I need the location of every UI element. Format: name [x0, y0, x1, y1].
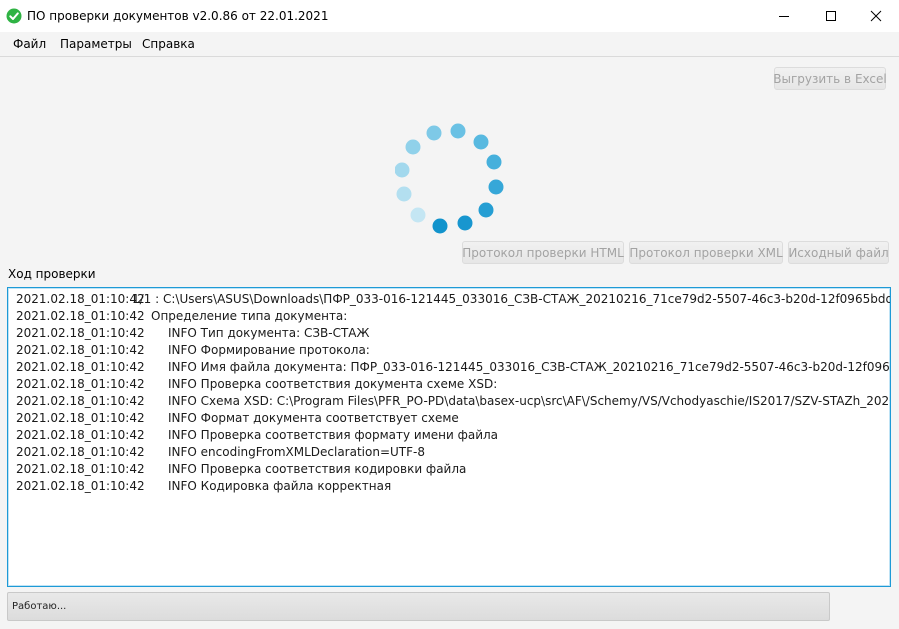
log-line: 2021.02.18_01:10:42 INFO Проверка соответ…	[8, 427, 890, 444]
close-icon	[870, 10, 882, 22]
spinner-dot	[395, 162, 410, 178]
log-list: 2021.02.18_01:10:42 1/1 : C:\Users\ASUS\D…	[8, 288, 890, 495]
log-message: INFO Схема XSD: C:\Program Files\PFR_PO-…	[168, 394, 891, 408]
log-timestamp: 2021.02.18_01:10:42	[16, 292, 145, 306]
title-bar: ПО проверки документов v2.0.86 от 22.01.…	[0, 0, 899, 32]
minimize-button[interactable]	[761, 0, 807, 32]
log-message: INFO Формирование протокола:	[168, 343, 370, 357]
log-line: 2021.02.18_01:10:42 INFO Проверка соответ…	[8, 376, 890, 393]
window-title: ПО проверки документов v2.0.86 от 22.01.…	[27, 9, 329, 23]
menu-file[interactable]: Файл	[13, 37, 46, 51]
status-text: Работаю...	[12, 601, 67, 612]
log-message: INFO Проверка соответствия документа схе…	[168, 377, 498, 391]
close-button[interactable]	[853, 0, 899, 32]
log-message: INFO Формат документа соответствует схем…	[168, 411, 459, 425]
spinner-dot	[473, 134, 489, 150]
log-line: 2021.02.18_01:10:42 Определение типа доку…	[8, 308, 890, 325]
log-message: INFO encodingFromXMLDeclaration=UTF-8	[168, 445, 425, 459]
spinner-dot	[457, 215, 473, 231]
menu-bar: Файл Параметры Справка	[0, 32, 899, 57]
spinner-dot	[488, 179, 504, 195]
log-timestamp: 2021.02.18_01:10:42	[16, 445, 145, 459]
log-timestamp: 2021.02.18_01:10:42	[16, 377, 145, 391]
log-message: Определение типа документа:	[151, 309, 348, 323]
log-message: INFO Проверка соответствия формату имени…	[168, 428, 499, 442]
export-excel-button[interactable]: Выгрузить в Excel	[773, 67, 887, 90]
section-label: Ход проверки	[8, 267, 96, 281]
log-timestamp: 2021.02.18_01:10:42	[16, 309, 145, 323]
spinner-dot	[432, 218, 448, 234]
log-line: 2021.02.18_01:10:42 INFO Имя файла докуме…	[8, 359, 890, 376]
log-message: INFO Кодировка файла корректная	[168, 479, 392, 493]
log-timestamp: 2021.02.18_01:10:42	[16, 428, 145, 442]
log-line: 2021.02.18_01:10:42 INFO Формирование про…	[8, 342, 890, 359]
spinner-dot	[486, 154, 502, 170]
menu-params[interactable]: Параметры	[60, 37, 132, 51]
log-timestamp: 2021.02.18_01:10:42	[16, 411, 145, 425]
spinner-dot	[405, 139, 421, 155]
spinner-dot	[450, 123, 466, 139]
spinner-dot	[410, 207, 426, 223]
log-message: 1/1 : C:\Users\ASUS\Downloads\ПФР_033-01…	[132, 292, 891, 306]
maximize-icon	[826, 11, 836, 21]
menu-help[interactable]: Справка	[142, 37, 195, 51]
log-line: 2021.02.18_01:10:42 INFO encodingFromXMLD…	[8, 444, 890, 461]
log-timestamp: 2021.02.18_01:10:42	[16, 343, 145, 357]
log-line: 2021.02.18_01:10:42 INFO Проверка соответ…	[8, 461, 890, 478]
protocol-html-button[interactable]: Протокол проверки HTML	[462, 241, 624, 264]
log-message: INFO Тип документа: СЗВ-СТАЖ	[168, 326, 370, 340]
protocol-xml-button[interactable]: Протокол проверки XML	[629, 241, 783, 264]
log-message: INFO Проверка соответствия кодировки фай…	[168, 462, 467, 476]
spinner-dot	[396, 186, 412, 202]
log-timestamp: 2021.02.18_01:10:42	[16, 394, 145, 408]
log-line: 2021.02.18_01:10:42 INFO Схема XSD: C:\Pr…	[8, 393, 890, 410]
log-timestamp: 2021.02.18_01:10:42	[16, 479, 145, 493]
log-line: 2021.02.18_01:10:42 INFO Формат документа…	[8, 410, 890, 427]
loading-spinner-icon	[395, 123, 504, 234]
log-timestamp: 2021.02.18_01:10:42	[16, 462, 145, 476]
log-line: 2021.02.18_01:10:42 INFO Тип документа: С…	[8, 325, 890, 342]
log-timestamp: 2021.02.18_01:10:42	[16, 326, 145, 340]
source-file-button[interactable]: Исходный файл	[788, 241, 889, 264]
status-bar: Работаю...	[7, 592, 830, 621]
maximize-button[interactable]	[808, 0, 854, 32]
spinner-dot	[426, 125, 442, 141]
spinner-dot	[478, 202, 494, 218]
log-line: 2021.02.18_01:10:42 INFO Кодировка файла …	[8, 478, 890, 495]
minimize-icon	[779, 16, 789, 17]
log-textarea[interactable]: 2021.02.18_01:10:42 1/1 : C:\Users\ASUS\D…	[7, 287, 891, 587]
log-line: 2021.02.18_01:10:42 1/1 : C:\Users\ASUS\D…	[8, 291, 890, 308]
log-timestamp: 2021.02.18_01:10:42	[16, 360, 145, 374]
green-check-icon	[6, 8, 22, 24]
log-message: INFO Имя файла документа: ПФР_033-016-12…	[168, 360, 891, 374]
